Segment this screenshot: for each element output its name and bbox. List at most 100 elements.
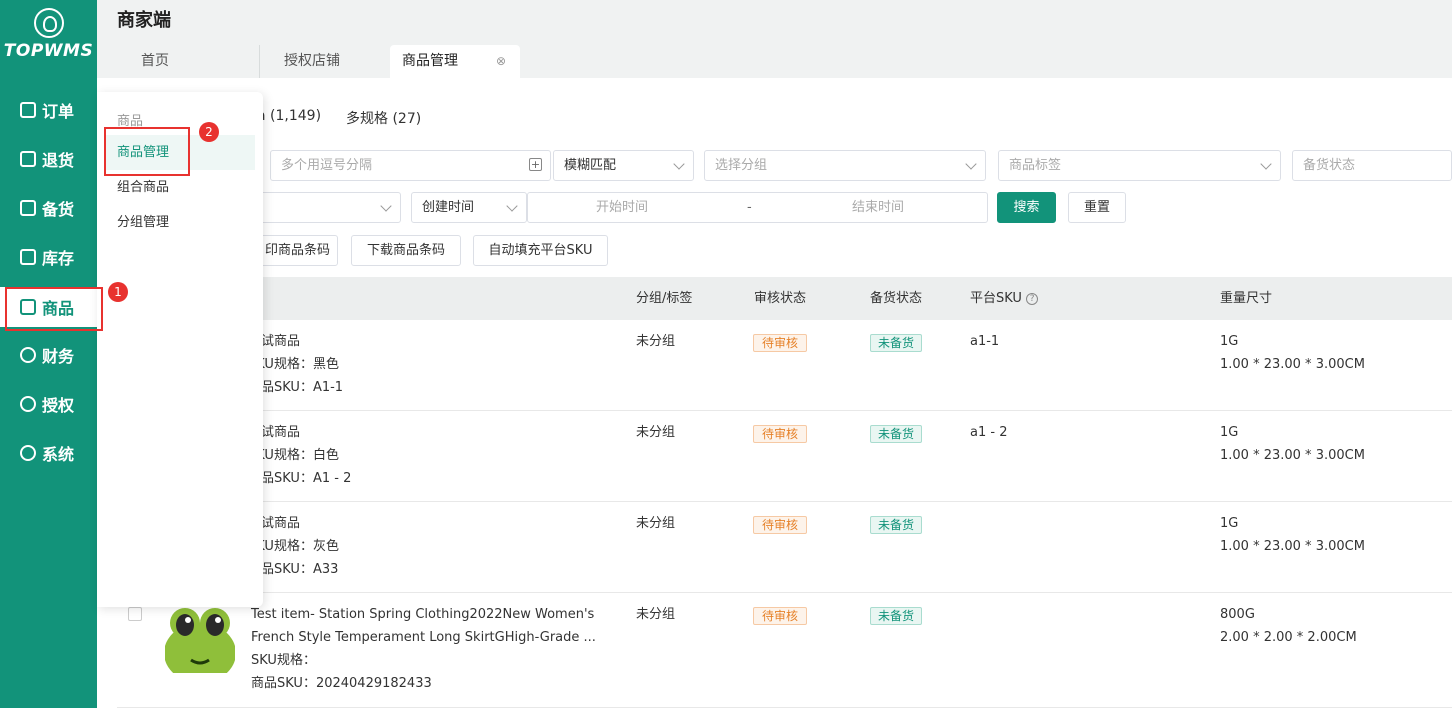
status-badge-audit: 待审核 <box>753 607 808 625</box>
sidebar-item-label: 退货 <box>42 151 75 170</box>
sidebar-item-label: 订单 <box>42 102 75 121</box>
tab-label: 商品管理 <box>402 53 458 69</box>
weight-value: 1G <box>1220 334 1239 349</box>
step-badge-2: 2 <box>199 122 219 142</box>
sku-spec: SKU规格： <box>251 653 316 668</box>
close-icon[interactable]: ⊗ <box>496 45 506 78</box>
status-badge-stock: 未备货 <box>870 425 923 443</box>
tab-authorized-shops[interactable]: 授权店铺 <box>259 45 390 78</box>
chevron-down-icon <box>965 158 977 170</box>
sidebar-item-finance[interactable]: 财务 <box>0 335 97 375</box>
frog-image <box>165 603 235 673</box>
product-label-select[interactable]: 商品标签 <box>998 150 1281 181</box>
table-row: 则试商品 SKU规格：灰色 商品SKU：A33 未分组 待审核 未备货 1G 1… <box>117 502 1452 593</box>
product-thumbnail[interactable] <box>165 603 235 673</box>
sidebar-item-authorization[interactable]: 授权 <box>0 384 97 424</box>
column-header-platform-sku: 平台SKU ? <box>970 277 1039 320</box>
print-barcode-button[interactable]: 印商品条码 <box>257 235 338 266</box>
sidebar-item-system[interactable]: 系统 <box>0 433 97 473</box>
date-range-picker[interactable]: 开始时间 - 结束时间 <box>527 192 988 223</box>
size-value: 1.00 * 23.00 * 3.00CM <box>1220 448 1365 463</box>
main-content: a (1,149) 多规格 (27) 多个用逗号分隔 + 模糊匹配 选择分组 商… <box>97 78 1452 708</box>
authorization-icon <box>20 396 36 412</box>
chevron-down-icon <box>506 200 518 212</box>
table-row: Test item- Station Spring Clothing2022Ne… <box>117 593 1452 708</box>
chevron-down-icon <box>1260 158 1272 170</box>
step-badge-1: 1 <box>108 282 128 302</box>
order-list-icon <box>20 102 36 118</box>
finance-icon <box>20 347 36 363</box>
weight-value: 1G <box>1220 425 1239 440</box>
match-mode-value: 模糊匹配 <box>564 158 617 173</box>
reset-button[interactable]: 重置 <box>1068 192 1126 223</box>
product-sku: 商品SKU：20240429182433 <box>251 676 432 691</box>
highlight-box-products <box>5 287 103 331</box>
tab-product-management[interactable]: 商品管理 ⊗ <box>390 45 520 78</box>
group-value: 未分组 <box>636 425 676 440</box>
tab-single-spec[interactable]: a (1,149) <box>257 108 321 124</box>
gear-icon <box>20 445 36 461</box>
row-checkbox[interactable] <box>128 607 142 621</box>
sidebar-item-inventory[interactable]: 库存 <box>0 237 97 277</box>
table-row: 则试商品 SKU规格：黑色 商品SKU：A1-1 未分组 待审核 未备货 a1-… <box>117 320 1452 411</box>
sidebar-item-label: 财务 <box>42 347 75 366</box>
time-type-select[interactable]: 创建时间 <box>411 192 527 223</box>
product-name-cont: French Style Temperament Long SkirtGHigh… <box>251 630 596 645</box>
size-value: 1.00 * 23.00 * 3.00CM <box>1220 357 1365 372</box>
sidebar-item-stocking[interactable]: 备货 <box>0 188 97 228</box>
autofill-platform-sku-button[interactable]: 自动填充平台SKU <box>473 235 608 266</box>
filter-select[interactable] <box>257 192 401 223</box>
size-value: 1.00 * 23.00 * 3.00CM <box>1220 539 1365 554</box>
group-value: 未分组 <box>636 516 676 531</box>
column-header-stock-status: 备货状态 <box>870 291 923 306</box>
weight-value: 800G <box>1220 607 1255 622</box>
sku-search-input[interactable]: 多个用逗号分隔 <box>270 150 551 181</box>
column-header-weight-size: 重量尺寸 <box>1220 291 1273 306</box>
tab-bar: 首页 授权店铺 商品管理 ⊗ <box>117 45 520 78</box>
expand-input-icon[interactable]: + <box>529 158 542 171</box>
sidebar-item-label: 库存 <box>42 249 75 268</box>
platform-sku-label: 平台SKU <box>970 291 1022 306</box>
platform-sku-value: a1-1 <box>970 334 1000 349</box>
sidebar-item-label: 备货 <box>42 200 75 219</box>
highlight-box-product-management <box>104 127 190 176</box>
logo-text: TOPWMS <box>3 41 94 61</box>
help-icon[interactable]: ? <box>1026 293 1039 305</box>
sidebar-item-returns[interactable]: 退货 <box>0 139 97 179</box>
status-badge-stock: 未备货 <box>870 516 923 534</box>
status-badge-stock: 未备货 <box>870 607 923 625</box>
group-value: 未分组 <box>636 334 676 349</box>
end-date-input[interactable]: 结束时间 <box>852 193 904 222</box>
chevron-down-icon <box>380 200 392 212</box>
size-value: 2.00 * 2.00 * 2.00CM <box>1220 630 1357 645</box>
column-header-audit-status: 审核状态 <box>754 291 807 306</box>
group-value: 未分组 <box>636 607 676 622</box>
logo: TOPWMS <box>0 8 97 61</box>
column-header-group-tag: 分组/标签 <box>636 291 693 306</box>
group-select[interactable]: 选择分组 <box>704 150 986 181</box>
start-date-input[interactable]: 开始时间 <box>596 193 648 222</box>
match-mode-select[interactable]: 模糊匹配 <box>553 150 694 181</box>
header: 商家端 首页 授权店铺 商品管理 ⊗ <box>97 0 1452 78</box>
download-barcode-button[interactable]: 下载商品条码 <box>351 235 461 266</box>
inbox-icon <box>20 200 36 216</box>
range-separator: - <box>747 200 752 215</box>
page-title: 商家端 <box>117 10 171 31</box>
product-name: Test item- Station Spring Clothing2022Ne… <box>251 607 595 622</box>
stock-status-select[interactable]: 备货状态 <box>1292 150 1452 181</box>
status-badge-stock: 未备货 <box>870 334 923 352</box>
time-type-value: 创建时间 <box>422 200 475 215</box>
tab-multi-spec[interactable]: 多规格 (27) <box>346 108 421 128</box>
status-badge-audit: 待审核 <box>753 425 808 443</box>
sidebar-item-label: 系统 <box>42 445 75 464</box>
label-placeholder: 商品标签 <box>1009 158 1062 173</box>
table-row: 则试商品 SKU规格：白色 商品SKU：A1 - 2 未分组 待审核 未备货 a… <box>117 411 1452 502</box>
product-sku: 商品SKU：A1 - 2 <box>248 471 352 486</box>
sidebar-item-orders[interactable]: 订单 <box>0 90 97 130</box>
return-icon <box>20 151 36 167</box>
search-button[interactable]: 搜索 <box>997 192 1056 223</box>
table-header: 分组/标签 审核状态 备货状态 平台SKU ? 重量尺寸 <box>117 277 1452 320</box>
menu-item-group-management[interactable]: 分组管理 <box>105 205 255 240</box>
chevron-down-icon <box>673 158 685 170</box>
tab-home[interactable]: 首页 <box>117 45 259 78</box>
